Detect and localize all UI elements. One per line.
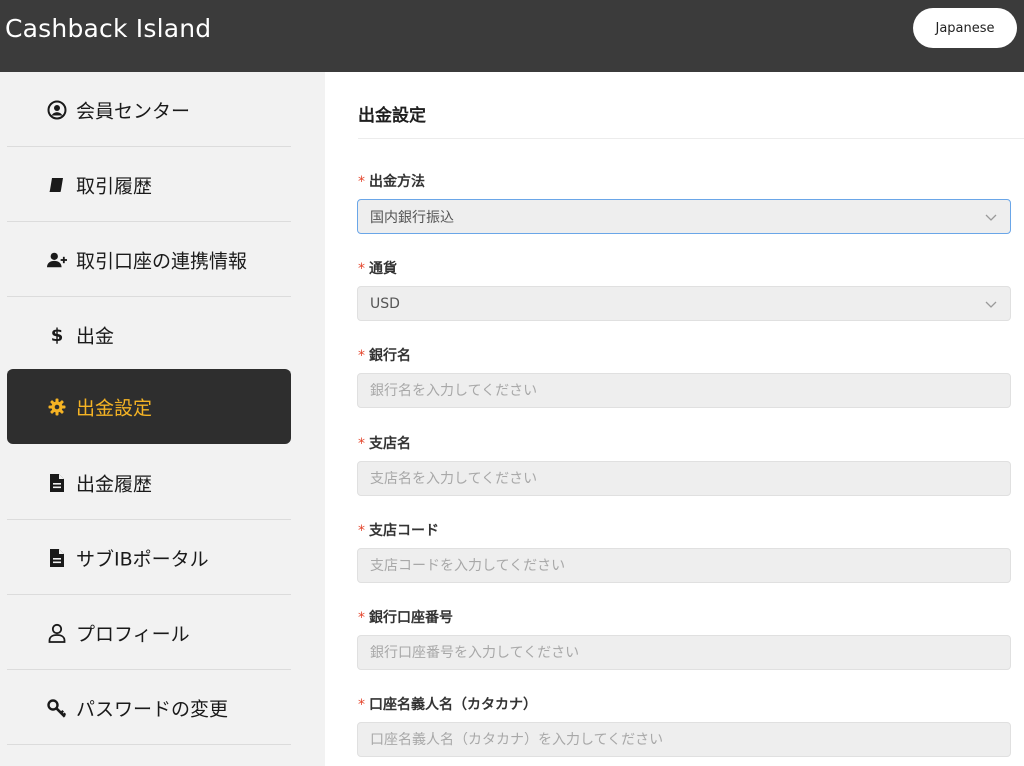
- required-mark: *: [358, 174, 365, 190]
- bank-name-input[interactable]: [370, 382, 1010, 399]
- svg-text:$: $: [51, 325, 64, 345]
- account-number-input[interactable]: [370, 644, 1010, 661]
- branch-code-input[interactable]: [370, 557, 1010, 574]
- sidebar-item-label: 出金: [76, 325, 115, 347]
- bank-name-label: * 銀行名: [358, 348, 411, 364]
- sidebar-item-sub-ib-portal[interactable]: サブIBポータル: [7, 520, 291, 595]
- required-mark: *: [358, 348, 365, 364]
- branch-name-label: * 支店名: [358, 436, 411, 452]
- sidebar-item-label: 取引口座の連携情報: [76, 250, 248, 272]
- sidebar-item-member-center[interactable]: 会員センター: [7, 72, 291, 147]
- sidebar-item-withdraw-history[interactable]: 出金履歴: [7, 445, 291, 520]
- sidebar: 会員センター 取引履歴 取引口座の連携情報 $ 出金 出金設定 出金履歴 サブI…: [0, 72, 325, 766]
- currency-select[interactable]: USD: [357, 286, 1011, 321]
- sidebar-item-label: 会員センター: [76, 100, 191, 122]
- page-title: 出金設定: [358, 106, 426, 126]
- withdraw-method-label: * 出金方法: [358, 174, 425, 190]
- required-mark: *: [358, 261, 365, 277]
- main-content: 出金設定 *出金方法 国内銀行振込 *通貨 USD *銀行名 *支店名 *支店コ…: [325, 72, 1024, 766]
- user-plus-icon: [47, 250, 67, 270]
- account-number-label: * 銀行口座番号: [358, 610, 453, 626]
- sidebar-item-trade-history[interactable]: 取引履歴: [7, 147, 291, 222]
- bank-name-field[interactable]: [357, 373, 1011, 408]
- brand-title: Cashback Island: [5, 14, 212, 43]
- sidebar-item-label: サブIBポータル: [76, 548, 209, 570]
- document-icon: [47, 548, 67, 568]
- sidebar-item-withdraw[interactable]: $ 出金: [7, 297, 291, 372]
- sidebar-item-label: パスワードの変更: [76, 698, 229, 720]
- branch-name-input[interactable]: [370, 470, 1010, 487]
- language-button[interactable]: Japanese: [913, 8, 1017, 48]
- user-circle-icon: [47, 100, 67, 120]
- branch-code-field[interactable]: [357, 548, 1011, 583]
- account-holder-input[interactable]: [370, 731, 1010, 748]
- sidebar-item-label: 出金履歴: [76, 473, 153, 495]
- dollar-icon: $: [47, 325, 67, 345]
- chevron-down-icon: [985, 214, 997, 221]
- sidebar-item-change-password[interactable]: パスワードの変更: [7, 670, 291, 745]
- currency-value: USD: [370, 295, 400, 312]
- withdraw-method-select[interactable]: 国内銀行振込: [357, 199, 1011, 234]
- book-icon: [47, 175, 67, 195]
- top-header: Cashback Island Japanese: [0, 0, 1024, 72]
- account-holder-label: * 口座名義人名（カタカナ）: [358, 697, 537, 713]
- branch-code-label: * 支店コード: [358, 523, 439, 539]
- account-holder-field[interactable]: [357, 722, 1011, 757]
- divider: [358, 138, 1024, 139]
- account-number-field[interactable]: [357, 635, 1011, 670]
- sidebar-item-profile[interactable]: プロフィール: [7, 595, 291, 670]
- gear-icon: [47, 397, 67, 417]
- sidebar-item-label: 取引履歴: [76, 175, 153, 197]
- sidebar-item-account-link[interactable]: 取引口座の連携情報: [7, 222, 291, 297]
- sidebar-item-label: 出金設定: [76, 397, 153, 419]
- required-mark: *: [358, 436, 365, 452]
- required-mark: *: [358, 697, 365, 713]
- chevron-down-icon: [985, 301, 997, 308]
- branch-name-field[interactable]: [357, 461, 1011, 496]
- sidebar-item-label: プロフィール: [76, 623, 190, 645]
- document-icon: [47, 473, 67, 493]
- user-outline-icon: [47, 623, 67, 643]
- withdraw-method-value: 国内銀行振込: [370, 209, 454, 226]
- currency-label: * 通貨: [358, 261, 397, 277]
- required-mark: *: [358, 610, 365, 626]
- sidebar-item-withdraw-settings[interactable]: 出金設定: [7, 369, 291, 444]
- key-icon: [47, 698, 67, 718]
- required-mark: *: [358, 523, 365, 539]
- divider: [7, 744, 291, 745]
